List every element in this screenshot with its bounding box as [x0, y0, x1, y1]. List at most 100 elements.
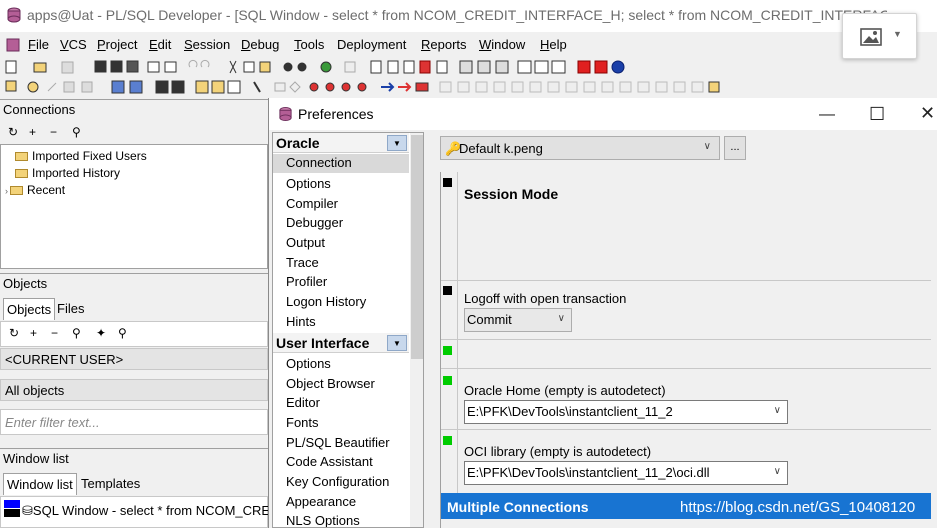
menu-window[interactable]: Window: [479, 37, 525, 52]
image-icon: [860, 28, 882, 46]
objects-tabbar: Objects Files: [0, 293, 268, 321]
tab-files[interactable]: Files: [54, 298, 87, 320]
tab-window-list[interactable]: Window list: [3, 473, 77, 495]
cat-item-nls-options[interactable]: NLS Options: [286, 513, 360, 527]
collapse-icon[interactable]: ▼: [387, 335, 407, 351]
cat-item-compiler[interactable]: Compiler: [286, 196, 338, 211]
category-list: Oracle ▼ Connection Options Compiler Deb…: [272, 132, 424, 528]
toolbar-icons[interactable]: [0, 57, 937, 77]
window-color-marker-2: [4, 509, 20, 517]
cat-item-fonts[interactable]: Fonts: [286, 415, 319, 430]
cat-item-object-browser[interactable]: Object Browser: [286, 376, 375, 391]
cat-item-key-configuration[interactable]: Key Configuration: [286, 474, 389, 489]
remove-icon[interactable]: −: [51, 326, 58, 340]
oci-library-label: OCI library (empty is autodetect): [464, 444, 652, 459]
close-icon[interactable]: ✕: [920, 103, 935, 124]
cat-item-ui-options[interactable]: Options: [286, 356, 331, 371]
cat-item-editor[interactable]: Editor: [286, 395, 320, 410]
remove-icon[interactable]: −: [50, 125, 57, 139]
filter-icon[interactable]: ⚲: [72, 125, 81, 139]
tab-templates[interactable]: Templates: [78, 473, 143, 495]
toolbar-secondary: [0, 77, 937, 97]
add-icon[interactable]: +: [30, 326, 37, 340]
chevron-down-icon: ∨: [557, 313, 565, 324]
more-options-button[interactable]: ...: [724, 136, 746, 160]
filter-icon[interactable]: ⚲: [118, 326, 127, 340]
db-icon: ⛁: [22, 503, 33, 518]
menu-file[interactable]: File: [28, 37, 49, 52]
cat-item-profiler[interactable]: Profiler: [286, 274, 327, 289]
menu-tools[interactable]: Tools: [294, 37, 324, 52]
chevron-right-icon: ›: [5, 186, 8, 196]
status-square: [443, 286, 452, 295]
current-user-select[interactable]: <CURRENT USER>: [0, 348, 268, 370]
group-oracle[interactable]: Oracle ▼: [273, 133, 409, 153]
logoff-select[interactable]: Commit ∨: [464, 308, 572, 332]
cat-item-appearance[interactable]: Appearance: [286, 494, 356, 509]
connections-header: Connections: [0, 99, 268, 119]
pin-icon[interactable]: ✦: [96, 326, 106, 340]
tree-item-imported-fixed-users[interactable]: Imported Fixed Users: [15, 149, 147, 163]
folder-icon: [15, 152, 28, 162]
menu-reports[interactable]: Reports: [421, 37, 467, 52]
category-scrollbar[interactable]: [410, 133, 423, 527]
cat-item-logon-history[interactable]: Logon History: [286, 294, 366, 309]
cat-item-connection[interactable]: Connection: [273, 154, 409, 173]
cat-item-hints[interactable]: Hints: [286, 314, 316, 329]
minimize-icon[interactable]: —: [819, 106, 835, 124]
menu-help[interactable]: Help: [540, 37, 567, 52]
cat-item-debugger[interactable]: Debugger: [286, 215, 343, 230]
row-divider: [441, 280, 931, 281]
watermark-text: https://blog.csdn.net/GS_10408120: [680, 499, 916, 516]
row-divider: [441, 429, 931, 430]
add-icon[interactable]: +: [29, 125, 36, 139]
connections-tree: Imported Fixed Users Imported History › R…: [0, 144, 268, 269]
window-list-header: Window list: [0, 448, 268, 468]
scrollbar-thumb[interactable]: [411, 135, 423, 359]
window-list-item[interactable]: ⛁SQL Window - select * from NCOM_CREDI: [22, 503, 283, 519]
user-profile-select[interactable]: 🔑 Default k.peng ∨: [440, 136, 720, 160]
title-bar: apps@Uat - PL/SQL Developer - [SQL Windo…: [0, 0, 937, 32]
menu-edit[interactable]: Edit: [149, 37, 171, 52]
tree-item-recent[interactable]: › Recent: [5, 183, 65, 197]
cat-item-options[interactable]: Options: [286, 176, 331, 191]
menu-project[interactable]: Project: [97, 37, 137, 52]
menu-vcs[interactable]: VCS: [60, 37, 87, 52]
row-divider: [441, 339, 931, 340]
oracle-home-select[interactable]: E:\PFK\DevTools\instantclient_11_2 ∨: [464, 400, 788, 424]
window-color-marker: [4, 500, 20, 508]
status-square: [443, 178, 452, 187]
user-profile-value: Default k.peng: [459, 141, 543, 156]
group-user-interface[interactable]: User Interface ▼: [273, 333, 409, 353]
row-divider: [441, 368, 931, 369]
toolbar-icons-2[interactable]: [0, 77, 937, 97]
collapse-icon[interactable]: ▼: [387, 135, 407, 151]
menu-deployment[interactable]: Deployment: [337, 37, 406, 52]
tab-objects[interactable]: Objects: [3, 298, 56, 320]
chevron-down-icon: ▼: [893, 29, 902, 39]
app-icon: [279, 106, 292, 122]
oci-library-select[interactable]: E:\PFK\DevTools\instantclient_11_2\oci.d…: [464, 461, 788, 485]
tree-item-imported-history[interactable]: Imported History: [15, 166, 120, 180]
filter-input[interactable]: Enter filter text...: [0, 409, 268, 435]
settings-panel: Session Mode Logoff with open transactio…: [440, 172, 931, 528]
refresh-icon[interactable]: ↻: [8, 125, 18, 139]
menu-debug[interactable]: Debug: [241, 37, 279, 52]
cat-item-code-assistant[interactable]: Code Assistant: [286, 454, 373, 469]
window-title: apps@Uat - PL/SQL Developer - [SQL Windo…: [27, 7, 887, 23]
cat-item-output[interactable]: Output: [286, 235, 325, 250]
menu-session[interactable]: Session: [184, 37, 230, 52]
window-list-panel: ⛁SQL Window - select * from NCOM_CREDI: [0, 496, 283, 528]
session-mode-heading: Session Mode: [464, 186, 559, 202]
refresh-icon[interactable]: ↻: [9, 326, 19, 340]
preferences-title-bar: Preferences — ☐ ✕: [269, 98, 937, 130]
divider: [457, 172, 458, 519]
all-objects-select[interactable]: All objects: [0, 379, 268, 401]
cat-item-trace[interactable]: Trace: [286, 255, 319, 270]
cat-item-plsql-beautifier[interactable]: PL/SQL Beautifier: [286, 435, 390, 450]
image-menu-button[interactable]: ▼: [842, 13, 917, 59]
binoculars-icon[interactable]: ⚲: [72, 326, 81, 340]
oracle-home-label: Oracle Home (empty is autodetect): [464, 383, 666, 398]
maximize-icon[interactable]: ☐: [869, 104, 885, 125]
chevron-down-icon: ∨: [773, 405, 781, 416]
